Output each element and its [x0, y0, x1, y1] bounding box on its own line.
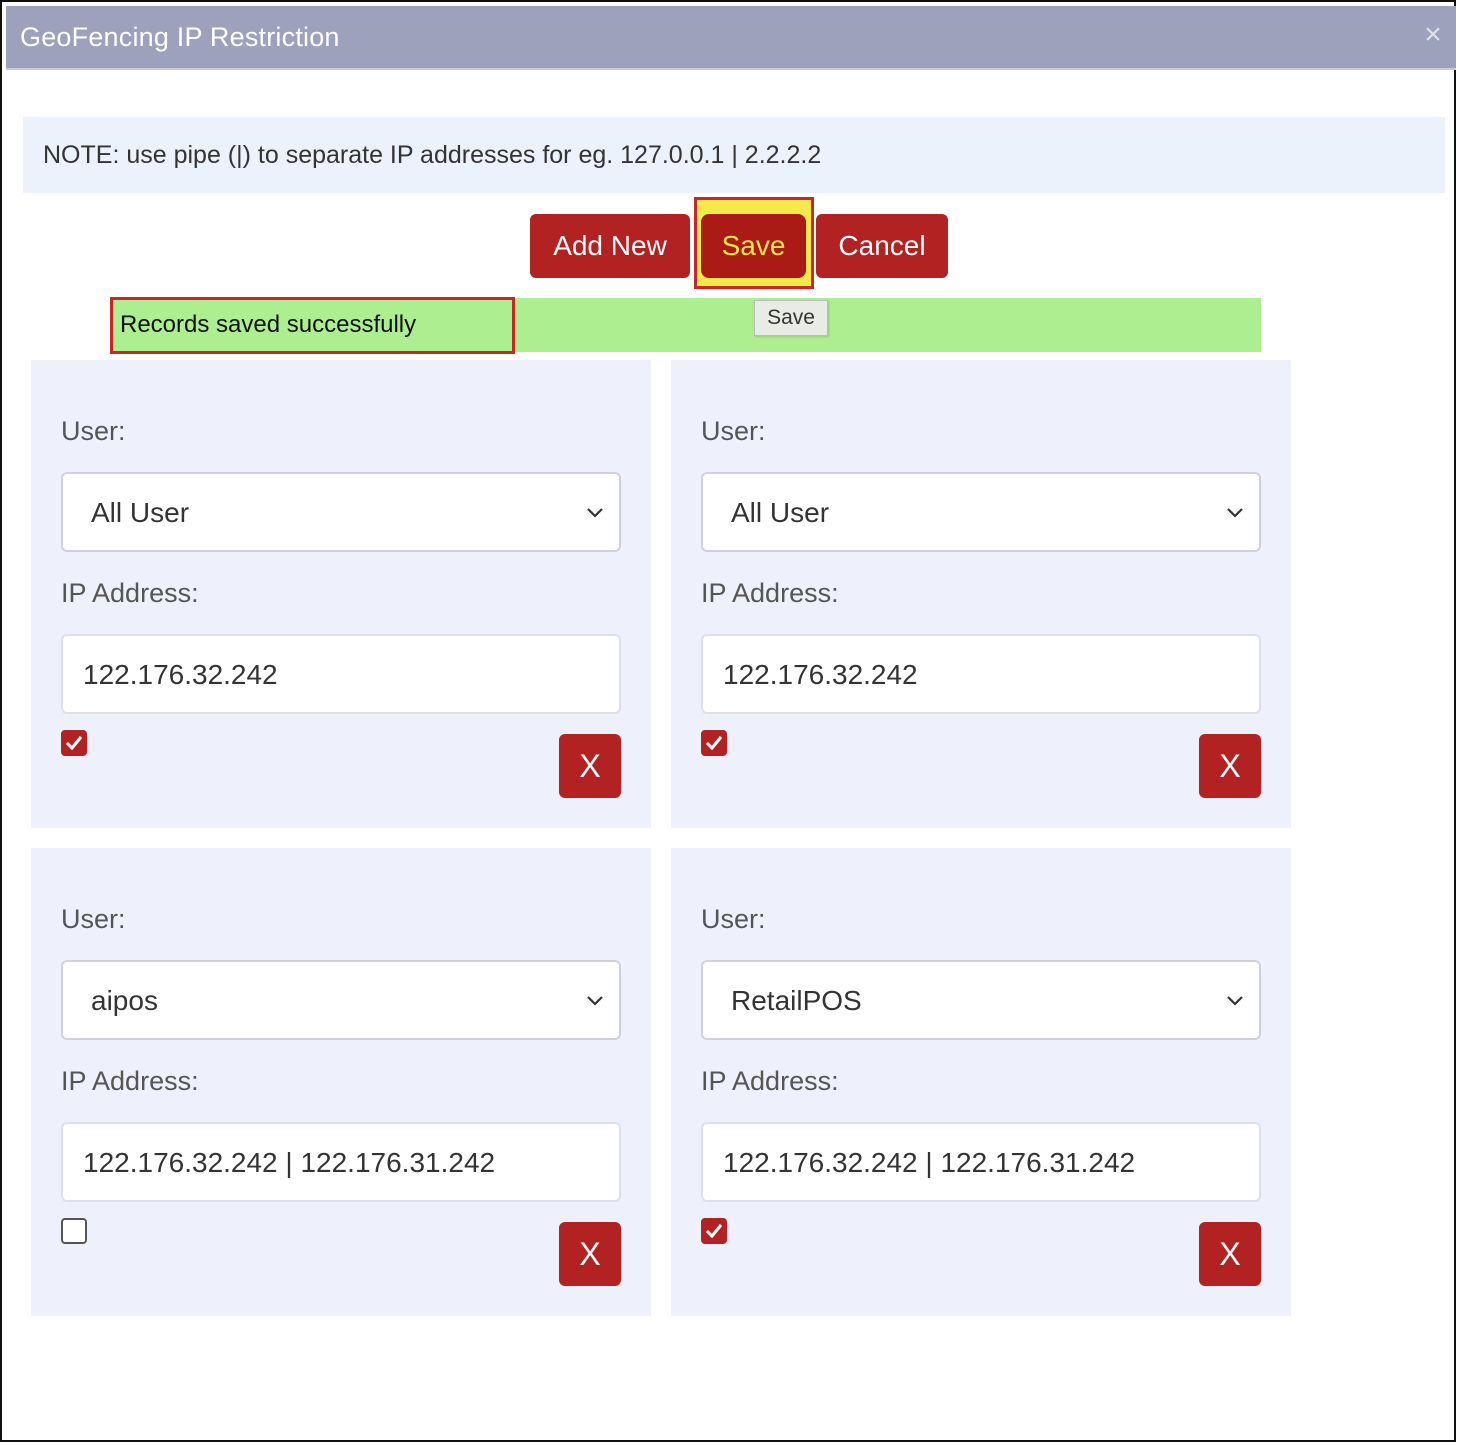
check-icon: [705, 736, 723, 751]
enabled-checkbox[interactable]: [61, 730, 87, 756]
chevron-down-icon: [1227, 508, 1243, 518]
chevron-down-icon: [1227, 996, 1243, 1006]
success-message: Records saved successfully: [120, 311, 417, 338]
ip-label: IP Address:: [701, 578, 839, 608]
user-select-value: aipos: [91, 985, 158, 1016]
ip-address-input[interactable]: 122.176.32.242: [701, 634, 1261, 714]
chevron-down-icon: [587, 508, 603, 518]
ip-address-value: 122.176.32.242: [723, 659, 918, 690]
save-button[interactable]: Save: [701, 214, 806, 278]
close-icon[interactable]: ×: [1418, 20, 1448, 50]
check-icon: [65, 736, 83, 751]
ip-record-card: User: All User IP Address: 122.176.32.24…: [31, 360, 651, 828]
delete-record-button[interactable]: X: [559, 1222, 621, 1286]
delete-record-button[interactable]: X: [1199, 734, 1261, 798]
user-select-value: All User: [731, 497, 830, 528]
ip-record-card: User: RetailPOS IP Address: 122.176.32.2…: [671, 848, 1291, 1316]
dialog-titlebar: GeoFencing IP Restriction ×: [6, 6, 1456, 70]
enabled-checkbox[interactable]: [61, 1218, 87, 1244]
ip-address-value: 122.176.32.242 | 122.176.31.242: [723, 1147, 1136, 1178]
user-select[interactable]: All User: [61, 472, 621, 552]
cancel-button[interactable]: Cancel: [816, 214, 948, 278]
save-tooltip: Save: [754, 300, 828, 336]
ip-label: IP Address:: [61, 578, 199, 608]
ip-address-input[interactable]: 122.176.32.242 | 122.176.31.242: [61, 1122, 621, 1202]
ip-record-card: User: aipos IP Address: 122.176.32.242 |…: [31, 848, 651, 1316]
user-select-value: RetailPOS: [731, 985, 862, 1016]
ip-address-input[interactable]: 122.176.32.242 | 122.176.31.242: [701, 1122, 1261, 1202]
note-text: NOTE: use pipe (|) to separate IP addres…: [43, 141, 822, 169]
geofencing-dialog: GeoFencing IP Restriction × NOTE: use pi…: [0, 0, 1456, 1442]
enabled-checkbox[interactable]: [701, 1218, 727, 1244]
delete-record-button[interactable]: X: [559, 734, 621, 798]
ip-label: IP Address:: [701, 1066, 839, 1096]
user-label: User:: [61, 904, 126, 934]
user-select[interactable]: aipos: [61, 960, 621, 1040]
user-select[interactable]: All User: [701, 472, 1261, 552]
ip-address-value: 122.176.32.242 | 122.176.31.242: [83, 1147, 496, 1178]
enabled-checkbox[interactable]: [701, 730, 727, 756]
ip-address-value: 122.176.32.242: [83, 659, 278, 690]
ip-record-card: User: All User IP Address: 122.176.32.24…: [671, 360, 1291, 828]
ip-address-input[interactable]: 122.176.32.242: [61, 634, 621, 714]
check-icon: [705, 1224, 723, 1239]
dialog-title: GeoFencing IP Restriction: [20, 22, 340, 52]
user-label: User:: [61, 416, 126, 446]
add-new-button[interactable]: Add New: [530, 214, 690, 278]
ip-label: IP Address:: [61, 1066, 199, 1096]
user-label: User:: [701, 416, 766, 446]
delete-record-button[interactable]: X: [1199, 1222, 1261, 1286]
user-select[interactable]: RetailPOS: [701, 960, 1261, 1040]
chevron-down-icon: [587, 996, 603, 1006]
user-label: User:: [701, 904, 766, 934]
user-select-value: All User: [91, 497, 190, 528]
note-banner: NOTE: use pipe (|) to separate IP addres…: [23, 117, 1445, 193]
